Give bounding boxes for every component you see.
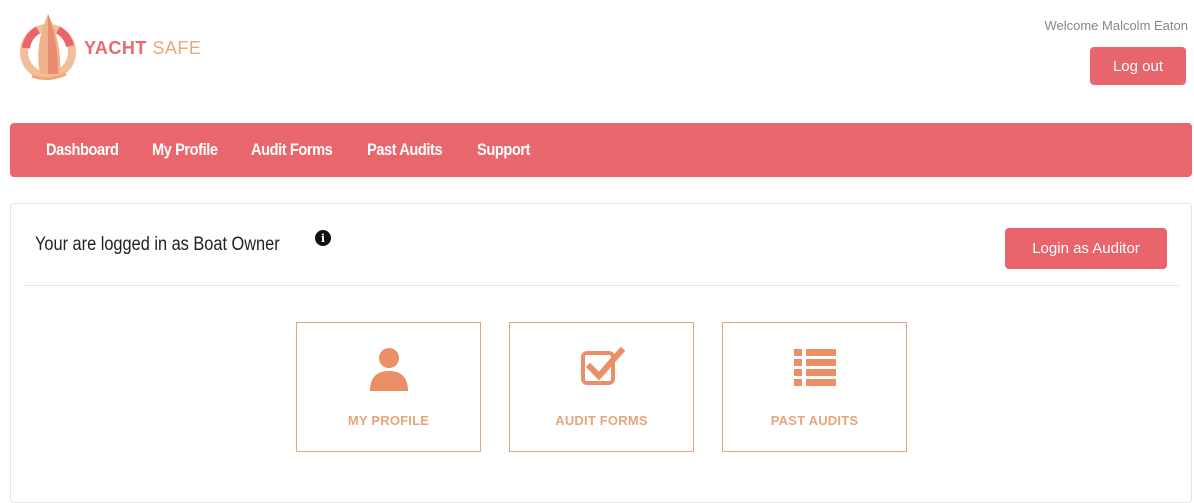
brand-name: YACHT SAFE <box>84 37 202 58</box>
logout-button[interactable]: Log out <box>1090 47 1186 85</box>
header: YACHT SAFE Welcome Malcolm Eaton Log out <box>0 0 1194 118</box>
checkbox-icon <box>580 346 625 385</box>
tile-label: MY PROFILE <box>347 413 430 428</box>
tile-past-audits[interactable]: PAST AUDITS <box>722 322 907 452</box>
user-icon <box>369 348 408 391</box>
tile-label: PAST AUDITS <box>770 413 859 428</box>
dashboard-panel: Your are logged in as Boat Owner i Login… <box>10 203 1192 503</box>
tile-my-profile[interactable]: MY PROFILE <box>296 322 481 452</box>
nav-support[interactable]: Support <box>477 140 530 160</box>
main-nav: Dashboard My Profile Audit Forms Past Au… <box>10 123 1192 177</box>
nav-audit-forms[interactable]: Audit Forms <box>251 140 333 160</box>
info-icon[interactable]: i <box>315 230 331 246</box>
logo[interactable]: YACHT SAFE <box>18 8 201 88</box>
nav-past-audits[interactable]: Past Audits <box>367 140 443 160</box>
nav-my-profile[interactable]: My Profile <box>152 140 218 160</box>
tile-grid: MY PROFILE AUDIT FORMS PAST AUDITS <box>296 322 935 452</box>
sail-logo-icon <box>20 14 76 81</box>
tile-audit-forms[interactable]: AUDIT FORMS <box>509 322 694 452</box>
list-icon <box>793 349 836 386</box>
login-as-auditor-button[interactable]: Login as Auditor <box>1005 228 1167 269</box>
welcome-text: Welcome Malcolm Eaton <box>1044 18 1188 33</box>
tile-label: AUDIT FORMS <box>555 413 648 428</box>
panel-header: Your are logged in as Boat Owner i Login… <box>23 204 1179 286</box>
nav-dashboard[interactable]: Dashboard <box>46 140 119 160</box>
role-text: Your are logged in as Boat Owner <box>35 234 280 255</box>
